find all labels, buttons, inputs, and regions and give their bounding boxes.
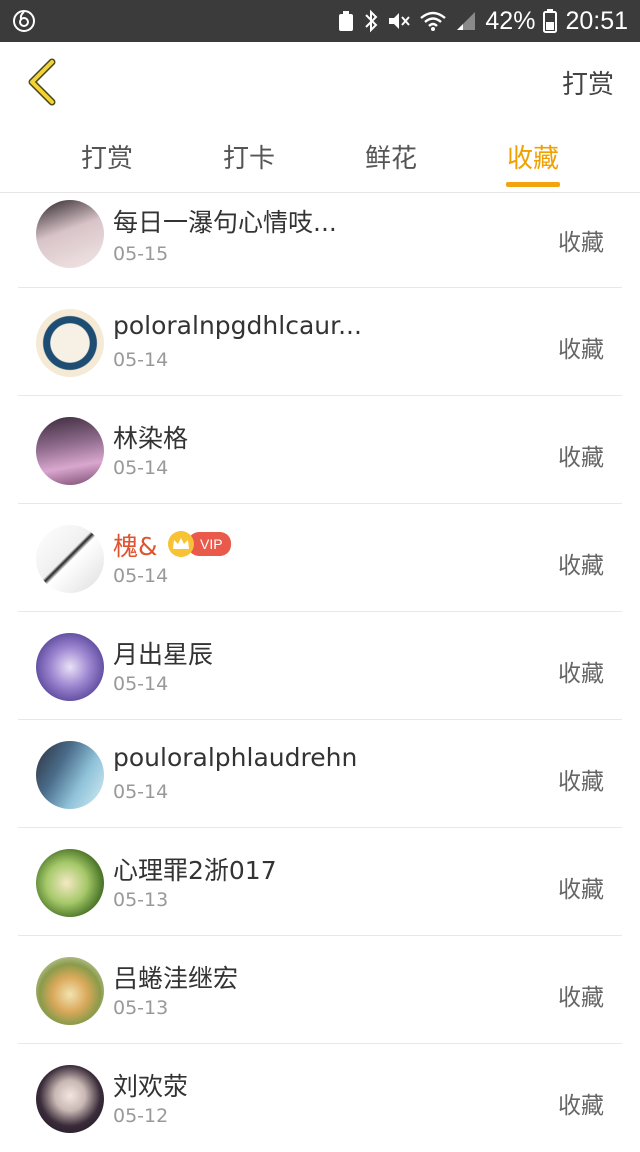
avatar <box>36 309 104 377</box>
tab-flowers[interactable]: 鲜花 <box>331 138 451 175</box>
list-item[interactable]: 月出星辰 05-14 收藏 <box>18 612 622 720</box>
avatar <box>36 525 104 593</box>
user-name: pouloralphlaudrehn <box>113 743 358 772</box>
reward-header-button[interactable]: 打赏 <box>562 64 614 101</box>
mute-icon <box>387 10 411 32</box>
vip-badge: VIP <box>168 531 231 557</box>
action-label: 收藏 <box>558 769 604 795</box>
avatar <box>36 417 104 485</box>
avatar <box>36 1065 104 1133</box>
avatar <box>36 849 104 917</box>
user-name: 槐& <box>113 532 158 561</box>
user-name: 每日一瀑句心情吱... <box>113 208 337 237</box>
date: 05-14 <box>113 565 169 587</box>
action-label: 收藏 <box>558 337 604 363</box>
date: 05-15 <box>113 243 169 265</box>
user-name: 月出星辰 <box>113 640 214 669</box>
crown-icon <box>168 531 194 557</box>
tab-bar: 打赏 打卡 鲜花 收藏 <box>0 122 640 193</box>
vip-label: VIP <box>188 532 231 556</box>
action-label: 收藏 <box>558 553 604 579</box>
active-tab-indicator <box>506 182 560 187</box>
back-button[interactable] <box>22 56 66 108</box>
battery-percent: 42% <box>485 6 536 35</box>
header: 打赏 <box>0 42 640 122</box>
list-item[interactable]: pouloralphlaudrehn 05-14 收藏 <box>18 720 622 828</box>
user-name: poloralnpgdhlcaur... <box>113 311 362 340</box>
date: 05-13 <box>113 889 169 911</box>
list-item[interactable]: 每日一瀑句心情吱... 05-15 收藏 <box>18 193 622 288</box>
bluetooth-icon <box>363 9 379 33</box>
list-item[interactable]: 槐& VIP 05-14 收藏 <box>18 504 622 612</box>
user-name: 林染格 <box>113 424 189 453</box>
tab-checkin[interactable]: 打卡 <box>189 138 309 175</box>
list-item[interactable]: 吕蜷洼继宏 05-13 收藏 <box>18 936 622 1044</box>
date: 05-14 <box>113 673 169 695</box>
avatar <box>36 957 104 1025</box>
action-label: 收藏 <box>558 877 604 903</box>
clock: 20:51 <box>565 6 628 35</box>
list-item[interactable]: 刘欢荥 05-12 收藏 <box>18 1044 622 1152</box>
user-name: 刘欢荥 <box>113 1072 189 1101</box>
status-bar: 42% 20:51 <box>0 0 640 42</box>
chevron-left-icon <box>28 58 56 106</box>
action-label: 收藏 <box>558 985 604 1011</box>
date: 05-14 <box>113 457 169 479</box>
recycle-icon <box>337 10 355 32</box>
avatar <box>36 200 104 268</box>
date: 05-14 <box>113 349 169 371</box>
tab-favorites[interactable]: 收藏 <box>473 138 593 175</box>
netease-music-icon <box>12 9 36 33</box>
list-item[interactable]: 林染格 05-14 收藏 <box>18 396 622 504</box>
avatar <box>36 633 104 701</box>
action-label: 收藏 <box>558 445 604 471</box>
wifi-icon <box>419 10 447 32</box>
date: 05-13 <box>113 997 169 1019</box>
date: 05-12 <box>113 1105 169 1127</box>
tab-reward[interactable]: 打赏 <box>47 138 167 175</box>
action-label: 收藏 <box>558 1093 604 1119</box>
list-item[interactable]: poloralnpgdhlcaur... 05-14 收藏 <box>18 288 622 396</box>
user-name: 心理罪2浙017 <box>113 856 277 885</box>
battery-icon <box>543 9 558 33</box>
signal-icon <box>455 10 477 32</box>
user-name: 吕蜷洼继宏 <box>113 964 239 993</box>
action-label: 收藏 <box>558 230 604 256</box>
avatar <box>36 741 104 809</box>
date: 05-14 <box>113 781 169 803</box>
favorites-list: 每日一瀑句心情吱... 05-15 收藏 poloralnpgdhlcaur..… <box>0 193 640 1152</box>
action-label: 收藏 <box>558 661 604 687</box>
list-item[interactable]: 心理罪2浙017 05-13 收藏 <box>18 828 622 936</box>
